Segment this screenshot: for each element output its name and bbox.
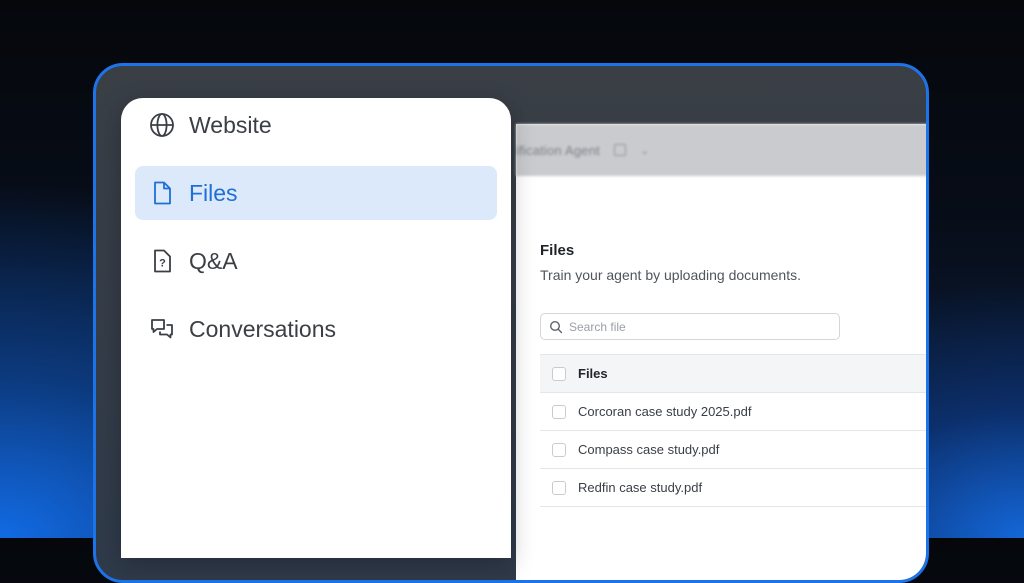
sidebar-item-qa[interactable]: ? Q&A	[135, 234, 497, 288]
search-input[interactable]: Search file	[540, 313, 840, 340]
sidebar-item-label: Conversations	[189, 315, 337, 342]
file-name[interactable]: Corcoran case study 2025.pdf	[578, 404, 751, 419]
search-icon	[549, 320, 563, 333]
search-placeholder: Search file	[569, 319, 626, 334]
files-content: Files Train your agent by uploading docu…	[516, 176, 926, 507]
file-name[interactable]: Compass case study.pdf	[578, 442, 719, 457]
table-header-row: Files	[540, 355, 926, 393]
agent-topbar: ification Agent ⌄	[516, 124, 926, 176]
file-icon	[149, 180, 175, 206]
sidebar-item-website[interactable]: Website	[135, 98, 497, 152]
table-row[interactable]: Corcoran case study 2025.pdf	[540, 393, 926, 431]
column-header-files: Files	[578, 366, 608, 381]
sidebar-item-conversations[interactable]: Conversations	[135, 302, 497, 356]
page-title: Files	[540, 242, 575, 259]
select-all-checkbox[interactable]	[552, 366, 566, 381]
globe-icon	[149, 112, 175, 138]
chevron-down-icon[interactable]: ⌄	[640, 144, 649, 157]
files-panel: ification Agent ⌄ Files Train your agent…	[516, 124, 926, 580]
page-subtitle: Train your agent by uploading documents.	[540, 267, 801, 283]
svg-text:?: ?	[159, 258, 166, 270]
agent-name[interactable]: ification Agent	[516, 143, 600, 158]
row-checkbox[interactable]	[552, 442, 566, 457]
files-table: Files Corcoran case study 2025.pdf Compa…	[540, 354, 926, 507]
row-checkbox[interactable]	[552, 480, 566, 495]
sidebar: Website Files ? Q&A Conversations	[121, 98, 511, 558]
question-doc-icon: ?	[149, 248, 175, 274]
sidebar-item-label: Website	[189, 111, 272, 138]
sidebar-item-files[interactable]: Files	[135, 166, 497, 220]
chat-bubbles-icon	[149, 316, 175, 342]
sidebar-item-label: Files	[189, 179, 238, 206]
row-checkbox[interactable]	[552, 404, 566, 419]
table-row[interactable]: Redfin case study.pdf	[540, 469, 926, 507]
copy-icon[interactable]	[613, 144, 626, 156]
table-row[interactable]: Compass case study.pdf	[540, 431, 926, 469]
file-name[interactable]: Redfin case study.pdf	[578, 480, 702, 495]
sidebar-item-label: Q&A	[189, 247, 238, 274]
